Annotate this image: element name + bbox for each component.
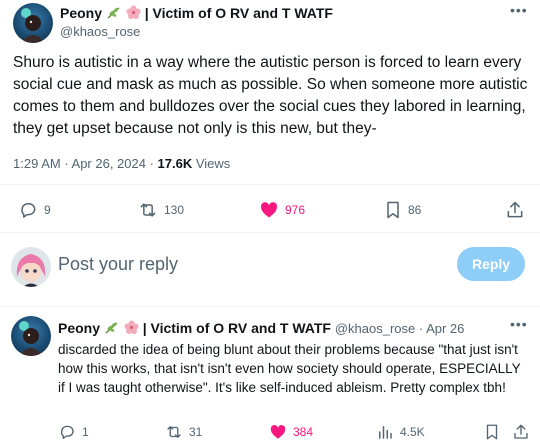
reply-text: discarded the idea of being blunt about … xyxy=(58,342,521,395)
herb-emoji-icon xyxy=(104,321,120,338)
cherry-blossom-emoji-icon xyxy=(124,320,139,338)
reply-avatar-image xyxy=(19,321,43,356)
reply-handle-date[interactable]: @khaos_rose · Apr 26 xyxy=(335,321,465,336)
bookmark-icon xyxy=(486,424,498,440)
reply-share-action[interactable] xyxy=(512,423,530,441)
retweet-icon xyxy=(140,203,156,217)
avatar-image xyxy=(21,8,45,43)
author-suffix: | Victim of O RV and T WATF xyxy=(144,5,333,21)
views-label: Views xyxy=(192,156,231,171)
divider-top xyxy=(0,184,540,185)
reply-more-options-icon[interactable]: ••• xyxy=(510,316,528,332)
author-avatar[interactable] xyxy=(13,3,53,43)
reply-author-name[interactable]: Peony xyxy=(58,320,100,336)
reply-action[interactable]: 9 xyxy=(18,200,51,220)
composer-avatar-image xyxy=(16,254,46,287)
reply-author-avatar[interactable] xyxy=(11,316,51,356)
reply-count: 9 xyxy=(44,203,51,217)
reply-views-action[interactable]: 4.5K xyxy=(376,423,425,441)
reply-retweet-count: 31 xyxy=(189,425,203,439)
reply-author-suffix: | Victim of O RV and T WATF xyxy=(142,320,331,336)
reply-reply-count: 1 xyxy=(82,425,89,439)
divider-actions xyxy=(0,232,540,233)
tweet-timestamp[interactable]: 1:29 AM · Apr 26, 2024 · xyxy=(13,156,158,171)
share-action[interactable] xyxy=(505,200,525,220)
share-icon xyxy=(507,201,523,218)
reply-bookmark-action[interactable] xyxy=(484,423,500,441)
reply-author-name-line[interactable]: Peony | Victim of O RV and T WATF @khaos… xyxy=(58,320,464,338)
analytics-icon xyxy=(379,426,392,439)
like-count: 976 xyxy=(285,203,306,217)
retweet-count: 130 xyxy=(164,203,185,217)
author-handle[interactable]: @khaos_rose xyxy=(60,24,140,39)
reply-icon xyxy=(21,203,36,218)
reply-input[interactable]: Post your reply xyxy=(58,254,178,275)
reply-button[interactable]: Reply xyxy=(457,247,525,281)
author-name-line[interactable]: Peony | Victim of O RV and T WATF xyxy=(60,5,333,23)
reply-views-count: 4.5K xyxy=(400,425,425,439)
herb-emoji-icon xyxy=(106,6,122,23)
reply-like-count: 384 xyxy=(293,425,314,439)
tweet-meta: 1:29 AM · Apr 26, 2024 · 17.6K Views xyxy=(13,156,230,171)
bookmark-action[interactable]: 86 xyxy=(384,200,421,220)
reply-like-action[interactable]: 384 xyxy=(269,423,313,441)
share-icon xyxy=(514,424,528,439)
cherry-blossom-emoji-icon xyxy=(126,5,141,23)
bookmark-count: 86 xyxy=(408,203,422,217)
composer-avatar[interactable] xyxy=(11,247,51,287)
reply-reply-action[interactable]: 1 xyxy=(58,423,89,441)
views-count: 17.6K xyxy=(157,156,193,171)
reply-retweet-action[interactable]: 31 xyxy=(165,423,202,441)
divider-composer xyxy=(0,306,540,307)
like-action[interactable]: 976 xyxy=(259,200,305,220)
author-name[interactable]: Peony xyxy=(60,5,102,21)
more-options-icon[interactable]: ••• xyxy=(510,2,528,18)
retweet-icon xyxy=(167,426,181,438)
tweet-text: Shuro is autistic in a way where the aut… xyxy=(13,54,528,137)
reply-icon xyxy=(60,425,74,440)
heart-filled-icon xyxy=(270,424,286,439)
bookmark-icon xyxy=(387,201,399,219)
heart-filled-icon xyxy=(260,202,278,218)
retweet-action[interactable]: 130 xyxy=(138,200,184,220)
